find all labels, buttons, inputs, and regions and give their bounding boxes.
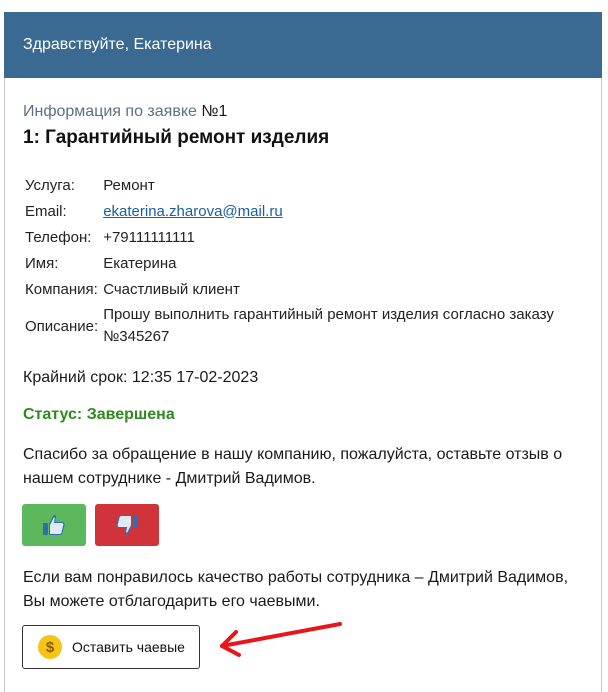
phone-value: +79111111111 (103, 228, 195, 246)
deadline-text: Крайний срок: 12:35 17-02-2023 (23, 369, 259, 386)
service-value: Ремонт (103, 176, 155, 194)
request-info-label: Информация по заявке (23, 103, 197, 120)
leave-tip-label: Оставить чаевые (72, 639, 185, 655)
detail-row-phone: Телефон: +79111111111 (23, 224, 575, 250)
request-number: №1 (201, 103, 228, 120)
status-text: Статус: Завершена (23, 406, 175, 423)
name-value: Екатерина (103, 254, 177, 272)
company-value: Счастливый клиент (103, 280, 240, 298)
service-label: Услуга: (25, 176, 75, 194)
thumbs-up-icon (43, 515, 65, 535)
feedback-request-text: Спасибо за обращение в нашу компанию, по… (23, 446, 563, 487)
description-value: Прошу выполнить гарантийный ремонт издел… (103, 306, 554, 345)
name-label: Имя: (25, 254, 59, 272)
thumbs-down-icon (116, 515, 138, 535)
company-label: Компания: (25, 280, 98, 298)
request-details-table: Услуга: Ремонт Email: ekaterina.zharova@… (23, 172, 575, 350)
like-button[interactable] (22, 504, 86, 546)
red-arrow-annotation (220, 622, 342, 657)
email-label: Email: (25, 202, 67, 220)
coin-icon: $ (38, 635, 62, 659)
description-label: Описание: (25, 317, 99, 335)
greeting-header: Здравствуйте, Екатерина (4, 12, 602, 78)
detail-row-company: Компания: Счастливый клиент (23, 276, 575, 302)
leave-tip-button[interactable]: $ Оставить чаевые (22, 625, 200, 669)
tips-description: Если вам понравилось качество работы сот… (23, 569, 569, 610)
phone-label: Телефон: (25, 228, 92, 246)
email-link[interactable]: ekaterina.zharova@mail.ru (103, 203, 282, 220)
detail-row-email: Email: ekaterina.zharova@mail.ru (23, 198, 575, 224)
detail-row-description: Описание: Прошу выполнить гарантийный ре… (23, 302, 575, 350)
detail-row-name: Имя: Екатерина (23, 250, 575, 276)
detail-row-service: Услуга: Ремонт (23, 172, 575, 198)
request-title: 1: Гарантийный ремонт изделия (23, 127, 330, 148)
request-info-line: Информация по заявке №1 (23, 103, 227, 121)
dislike-button[interactable] (95, 504, 159, 546)
